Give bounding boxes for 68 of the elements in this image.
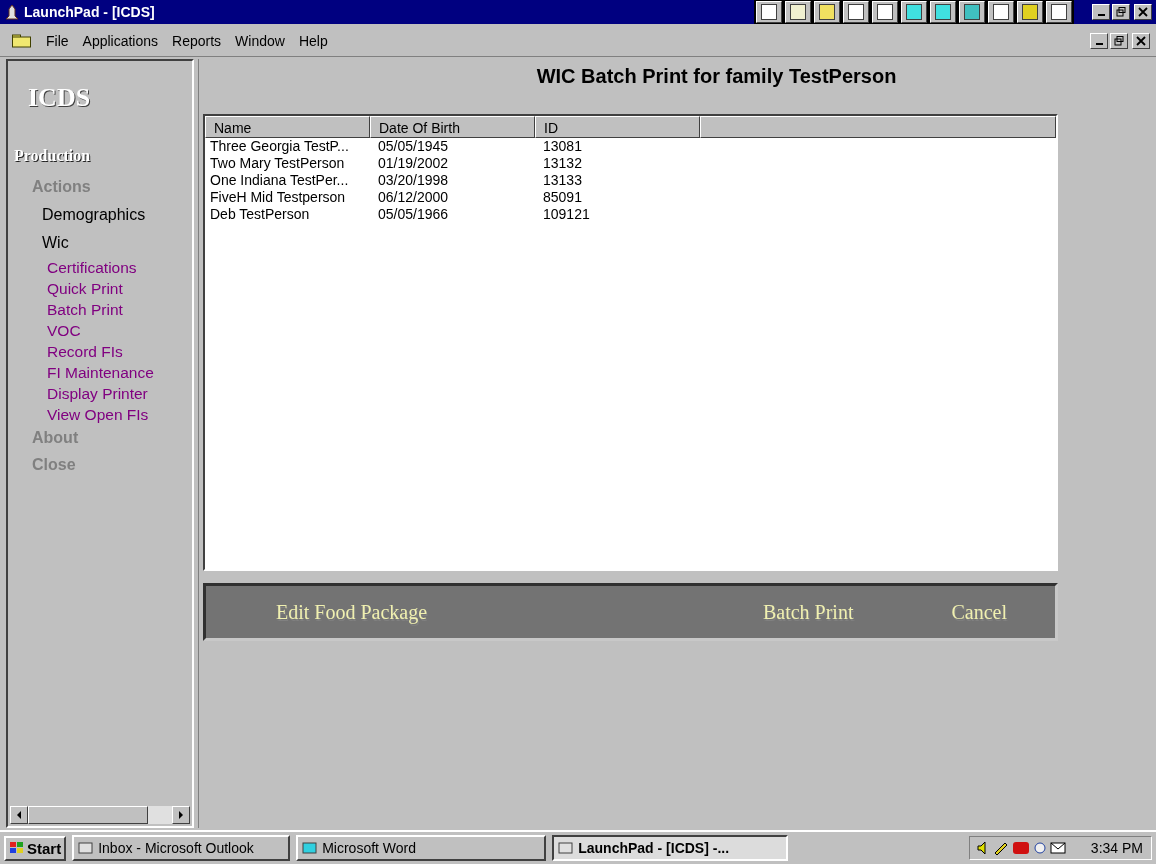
sidebar-item[interactable]: Record FIs (47, 341, 123, 362)
rocket-icon (4, 4, 20, 20)
minimize-button[interactable] (1092, 4, 1110, 20)
close-icon (1136, 36, 1146, 46)
sidebar-item[interactable]: FI Maintenance (47, 362, 154, 383)
sidebar-item[interactable]: Display Printer (47, 383, 148, 404)
minimize-icon (1095, 43, 1103, 45)
sidebar-item[interactable]: Wic (42, 232, 69, 253)
menu-item[interactable]: Help (298, 33, 328, 49)
restore-button[interactable] (1112, 4, 1130, 20)
close-icon (1138, 7, 1148, 17)
table-cell-text: 05/05/1966 (377, 206, 450, 223)
menu-item[interactable]: File (46, 33, 69, 49)
sidebar-item[interactable]: VOC (47, 320, 81, 341)
table-cell-text: FiveH Mid Testperson (209, 189, 347, 206)
column-header[interactable] (700, 116, 1056, 138)
table-cell-text: Two Mary TestPerson (209, 155, 346, 172)
table-cell-text: 05/05/1945 (377, 138, 450, 155)
table-cell-text: 03/20/1998 (377, 172, 450, 189)
action-button[interactable]: Edit Food Package (276, 600, 428, 624)
table-cell-text: 13132 (542, 155, 583, 172)
close-button[interactable] (1134, 4, 1152, 20)
taskbar-button[interactable]: LaunchPad - [ICDS] -... (552, 835, 789, 861)
table-cell-text: Deb TestPerson (209, 206, 311, 223)
column-header[interactable]: ID (535, 116, 700, 138)
scrollbar[interactable] (10, 806, 190, 824)
minimize-icon (1097, 14, 1105, 16)
close-button[interactable] (1132, 33, 1150, 49)
right-arrow-icon[interactable] (178, 811, 184, 819)
column-header[interactable]: Date Of Birth (370, 116, 535, 138)
table-cell-text: 109121 (542, 206, 591, 223)
logo: ICDS (28, 83, 91, 113)
sidebar-item[interactable]: Certifications (47, 257, 137, 278)
restore-icon (1116, 7, 1126, 17)
menu-item[interactable]: Reports (172, 33, 222, 49)
sidebar-item[interactable]: Demographics (42, 204, 146, 225)
menu-item[interactable]: Window (235, 33, 285, 49)
table-cell-text: Three Georgia TestP... (209, 138, 350, 155)
table-cell-text: 85091 (542, 189, 583, 206)
start-button[interactable]: Start (4, 835, 67, 861)
pencil-icon[interactable] (992, 841, 1009, 855)
window-icon (302, 841, 319, 855)
action-button[interactable]: Cancel (951, 600, 1007, 624)
four-squares-icon (9, 841, 25, 855)
table-cell-text: 13133 (542, 172, 583, 189)
scrollbar-thumb[interactable] (28, 806, 148, 824)
table-cell-text: 01/19/2002 (377, 155, 450, 172)
taskbar-button[interactable]: Inbox - Microsoft Outlook (72, 835, 291, 861)
restore-button[interactable] (1110, 33, 1128, 49)
menu-item[interactable]: Applications (82, 33, 159, 49)
sidebar-item[interactable]: View Open FIs (47, 404, 149, 425)
action-button[interactable]: Batch Print (762, 600, 854, 624)
restore-icon (1114, 36, 1124, 46)
envelope-icon[interactable] (1049, 842, 1066, 854)
sidebar-item[interactable]: Batch Print (47, 299, 123, 320)
taskbar-button[interactable]: Microsoft Word (296, 835, 547, 861)
window-icon (78, 841, 95, 855)
clock: 3:34 PM (1090, 840, 1143, 856)
window-title: LaunchPad - [ICDS] (24, 4, 156, 20)
table-cell-text: 06/12/2000 (377, 189, 450, 206)
table-cell-text: One Indiana TestPer... (209, 172, 350, 189)
column-header[interactable]: Name (205, 116, 370, 138)
left-arrow-icon[interactable] (16, 811, 22, 819)
page-title: WIC Batch Print for family TestPerson (535, 65, 897, 88)
sidebar-item[interactable]: Quick Print (47, 278, 123, 299)
minimize-button[interactable] (1090, 33, 1108, 49)
table-cell-text: 13081 (542, 138, 583, 155)
window-icon (558, 841, 575, 855)
